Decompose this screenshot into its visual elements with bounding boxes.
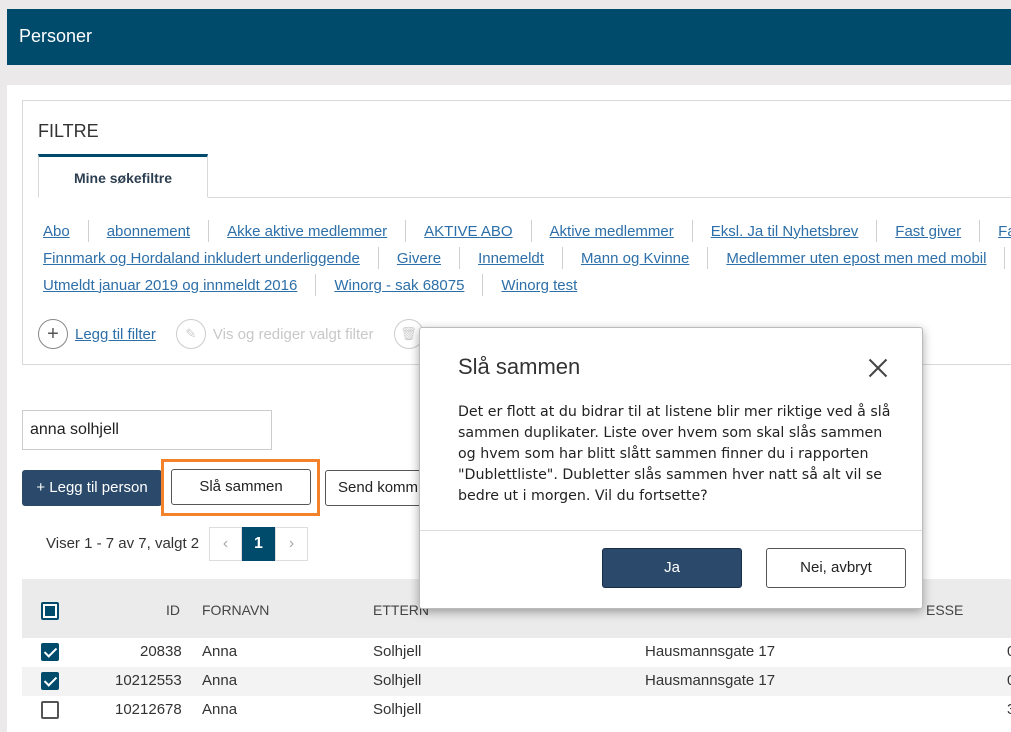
top-header: Personer [7,9,1011,65]
filter-link[interactable]: Aktive medlemmer [550,223,674,240]
edit-filter-link: Vis og rediger valgt filter [212,325,374,343]
cell-id: 10212678 [115,701,182,718]
select-all-checkbox[interactable] [41,602,59,620]
cell-address: Hausmannsgate 17 [645,643,776,660]
cell-id: 10212553 [115,672,182,689]
cell-address: Hausmannsgate 17 [645,672,776,689]
page-number-button[interactable]: 1 [242,527,275,561]
filter-link[interactable]: abonnement [107,223,190,240]
row-checkbox[interactable] [41,672,59,690]
cancel-button[interactable]: Nei, avbryt [766,548,906,588]
filter-row-3: Utmeldt januar 2019 og innmeldt 2016 Win… [43,274,577,296]
dialog-message: Det er flott at du bidrar til at listene… [458,404,891,504]
cell-extra: 3 [1007,701,1011,718]
row-checkbox[interactable] [41,643,59,661]
cell-extra: 0 [1007,672,1011,689]
filter-link[interactable]: Finnmark og Hordaland inkludert underlig… [43,250,360,267]
merge-dialog: Slå sammen Det er flott at du bidrar til… [419,327,923,609]
table-row[interactable]: 10212553 Anna Solhjell Hausmannsgate 17 … [22,667,1011,696]
send-communication-button[interactable]: Send komm [325,470,425,506]
filter-link[interactable]: Utmeldt januar 2019 og innmeldt 2016 [43,277,297,294]
tab-my-filters[interactable]: Mine søkefiltre [38,154,208,198]
merge-button[interactable]: Slå sammen [171,469,311,505]
page-title: Personer [19,26,93,46]
plus-icon[interactable]: + [38,319,68,349]
filter-link[interactable]: Winorg test [501,277,577,294]
cell-id: 20838 [140,643,182,660]
add-filter-link[interactable]: Legg til filter [75,326,156,343]
filter-link[interactable]: AKTIVE ABO [424,223,512,240]
dialog-divider [420,530,922,531]
pencil-icon: ✎ [175,319,206,349]
cell-lastname: Solhjell [373,672,422,689]
filter-link[interactable]: Eksl. Ja til Nyhetsbrev [711,223,859,240]
filter-row-1: Abo abonnement Akke aktive medlemmer AKT… [43,220,1011,242]
filter-link[interactable]: Innemeldt [478,250,544,267]
column-header-firstname[interactable]: FORNAVN [202,602,269,618]
add-person-button[interactable]: + Legg til person [22,470,162,506]
cell-lastname: Solhjell [373,701,422,718]
confirm-yes-button[interactable]: Ja [602,548,742,588]
cell-lastname: Solhjell [373,643,422,660]
filter-actions: + Legg til filter ✎ Vis og rediger valgt… [38,318,431,350]
row-checkbox[interactable] [41,701,59,719]
cell-firstname: Anna [202,701,238,718]
filter-link[interactable]: Abo [43,223,70,240]
filter-link[interactable]: Fa [998,223,1011,240]
filter-link[interactable]: Medlemmer uten epost men med mobil [726,250,986,267]
dialog-title: Slå sammen [458,354,581,379]
column-header-address[interactable]: ESSE [926,602,963,618]
table-row[interactable]: 20838 Anna Solhjell Hausmannsgate 17 0 [22,638,1011,667]
search-input[interactable]: anna solhjell [22,410,272,450]
table-row[interactable]: 10212678 Anna Solhjell 3 [22,696,1011,725]
cell-firstname: Anna [202,643,238,660]
filter-title: FILTRE [38,121,99,141]
filter-link[interactable]: Mann og Kvinne [581,250,689,267]
filter-link[interactable]: Givere [397,250,441,267]
filter-link[interactable]: Akke aktive medlemmer [227,223,387,240]
chevron-left-icon[interactable]: ‹ [209,527,242,561]
filter-link[interactable]: Fast giver [895,223,961,240]
chevron-right-icon[interactable]: › [275,527,308,561]
column-header-id[interactable]: ID [166,602,180,618]
cell-firstname: Anna [202,672,238,689]
paging-summary: Viser 1 - 7 av 7, valgt 2 [46,535,200,552]
filter-row-2: Finnmark og Hordaland inkludert underlig… [43,247,1011,269]
close-icon[interactable] [868,358,888,378]
filter-link[interactable]: Winorg - sak 68075 [334,277,464,294]
cell-extra: 0 [1007,643,1011,660]
